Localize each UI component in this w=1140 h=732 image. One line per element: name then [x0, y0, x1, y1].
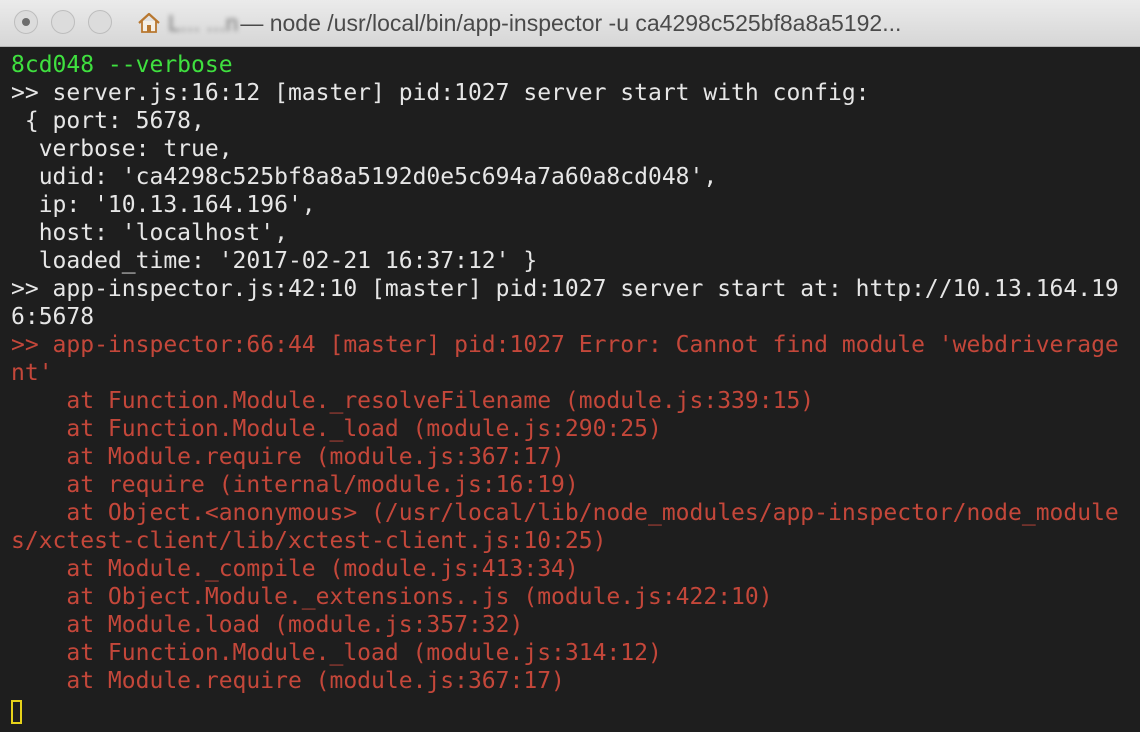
- terminal-line: { port: 5678,: [11, 108, 205, 134]
- terminal-line: host: 'localhost',: [11, 220, 288, 246]
- terminal-line: loaded_time: '2017-02-21 16:37:12' }: [11, 248, 538, 274]
- terminal-line: udid: 'ca4298c525bf8a8a5192d0e5c694a7a60…: [11, 164, 718, 190]
- close-button[interactable]: [14, 10, 38, 34]
- cursor-block: [11, 699, 22, 724]
- zoom-button[interactable]: [88, 10, 112, 34]
- terminal-line: at Object.Module._extensions..js (module…: [11, 584, 773, 610]
- terminal-line: ip: '10.13.164.196',: [11, 192, 316, 218]
- terminal-line: at Module._compile (module.js:413:34): [11, 556, 579, 582]
- terminal-line: at Function.Module._load (module.js:314:…: [11, 640, 662, 666]
- terminal-line: at Module.require (module.js:367:17): [11, 668, 565, 694]
- window-controls: [14, 10, 112, 34]
- terminal-output[interactable]: 8cd048 --verbose >> server.js:16:12 [mast…: [0, 47, 1140, 732]
- home-icon: [138, 12, 160, 33]
- terminal-line: >> server.js:16:12 [master] pid:1027 ser…: [11, 80, 870, 106]
- title-username: L... ...n: [168, 10, 239, 36]
- minimize-button[interactable]: [51, 10, 75, 34]
- terminal-line: 8cd048 --verbose: [11, 52, 233, 78]
- terminal-line: at Module.load (module.js:357:32): [11, 612, 524, 638]
- terminal-window: L... ...n — node /usr/local/bin/app-insp…: [0, 0, 1140, 732]
- terminal-line: s/xctest-client/lib/xctest-client.js:10:…: [11, 528, 607, 554]
- terminal-line: at Function.Module._resolveFilename (mod…: [11, 388, 815, 414]
- terminal-line: nt': [11, 360, 53, 386]
- window-title: L... ...n — node /usr/local/bin/app-insp…: [136, 9, 1126, 37]
- terminal-line: at Object.<anonymous> (/usr/local/lib/no…: [11, 500, 1119, 526]
- close-icon: [22, 18, 30, 26]
- terminal-line: at Function.Module._load (module.js:290:…: [11, 416, 662, 442]
- title-bar[interactable]: L... ...n — node /usr/local/bin/app-insp…: [0, 0, 1140, 47]
- terminal-line: at Module.require (module.js:367:17): [11, 444, 565, 470]
- title-command: — node /usr/local/bin/app-inspector -u c…: [240, 10, 902, 36]
- terminal-line: verbose: true,: [11, 136, 233, 162]
- prompt-line: [11, 695, 1140, 724]
- terminal-line: >> app-inspector.js:42:10 [master] pid:1…: [11, 276, 1119, 302]
- terminal-line: 6:5678: [11, 304, 95, 330]
- terminal-line: >> app-inspector:66:44 [master] pid:1027…: [11, 332, 1119, 358]
- terminal-line: at require (internal/module.js:16:19): [11, 472, 579, 498]
